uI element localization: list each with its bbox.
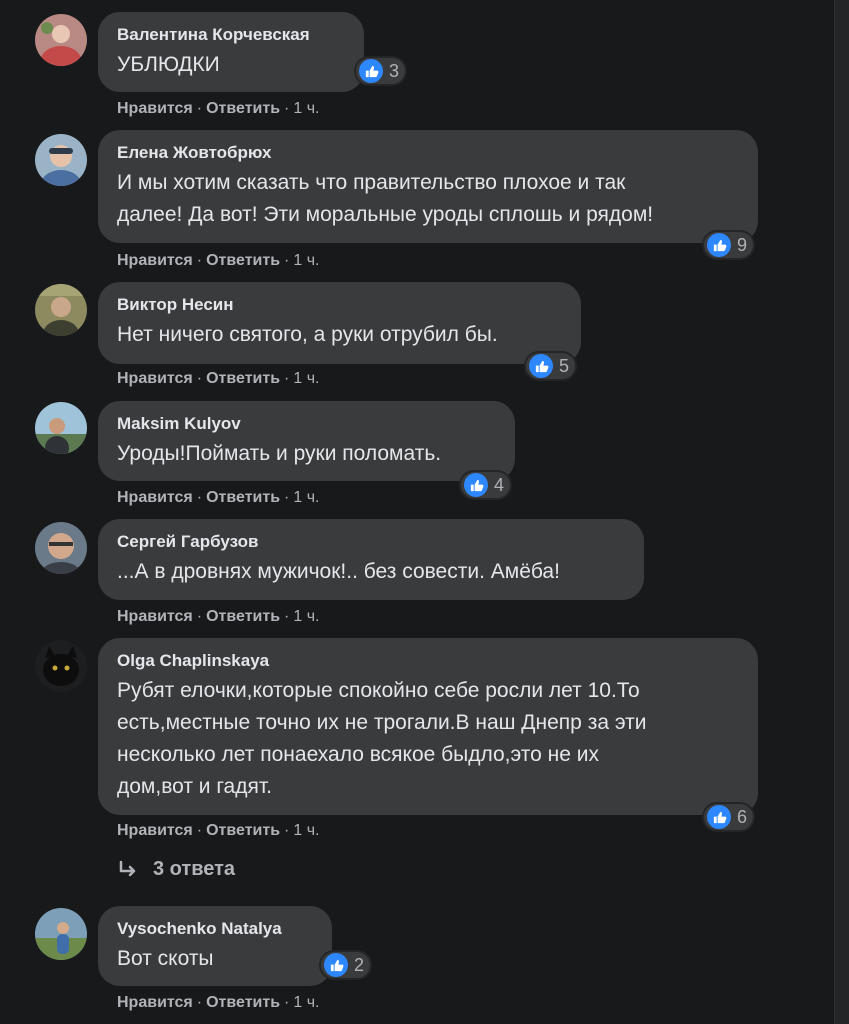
comment-text-line: есть,местные точно их не трогали.В наш Д… [117,711,647,734]
reaction-count: 4 [494,474,505,495]
avatar[interactable] [35,908,87,960]
comment-text-line: несколько лет понаехало всякое быдло,это… [117,743,600,766]
reaction-count: 6 [737,806,748,827]
comment-text: Вот скоты [117,947,214,970]
timestamp[interactable]: 1 ч. [293,252,319,269]
reply-link[interactable]: Ответить [206,608,280,625]
reply-link[interactable]: Ответить [206,994,280,1011]
comment-text: И мы хотим сказать что правительство пло… [117,167,738,231]
comment-actions: Нравится · Ответить · 1 ч. [117,100,320,117]
reaction-summary[interactable]: 6 [702,802,756,832]
reaction-summary[interactable]: 3 [354,56,408,86]
like-link[interactable]: Нравится [117,994,193,1011]
comment-text-line: И мы хотим сказать что правительство пло… [117,171,626,194]
view-replies-link[interactable]: 3 ответа [117,858,235,881]
comment-actions: Нравится · Ответить · 1 ч. [117,822,320,839]
thumbs-up-icon [529,354,553,378]
timestamp[interactable]: 1 ч. [293,489,319,506]
reply-link[interactable]: Ответить [206,100,280,117]
like-link[interactable]: Нравится [117,370,193,387]
comment-actions: Нравится · Ответить · 1 ч. [117,994,320,1011]
avatar[interactable] [35,402,87,454]
reaction-count: 3 [389,60,400,81]
comment-text: Нет ничего святого, а руки отрубил бы. [117,323,498,346]
comment-author[interactable]: Olga Chaplinskaya [117,650,738,672]
comment-actions: Нравится · Ответить · 1 ч. [117,370,320,387]
comment-author[interactable]: Vysochenko Natalya [117,918,312,940]
thumbs-up-icon [707,805,731,829]
reaction-summary[interactable]: 9 [702,230,756,260]
comment-bubble: Валентина Корчевская УБЛЮДКИ [98,12,364,92]
reply-link[interactable]: Ответить [206,822,280,839]
thumbs-up-icon [707,233,731,257]
comment-bubble: Елена Жовтобрюх И мы хотим сказать что п… [98,130,758,243]
comment-author[interactable]: Сергей Гарбузов [117,531,624,553]
timestamp[interactable]: 1 ч. [293,100,319,117]
comment-text: Уроды!Поймать и руки поломать. [117,442,442,465]
timestamp[interactable]: 1 ч. [293,822,319,839]
like-link[interactable]: Нравится [117,489,193,506]
thumbs-up-icon [324,953,348,977]
comment-bubble: Maksim Kulyov Уроды!Поймать и руки полом… [98,401,515,481]
comment-author[interactable]: Maksim Kulyov [117,413,495,435]
reply-link[interactable]: Ответить [206,489,280,506]
reply-link[interactable]: Ответить [206,252,280,269]
like-link[interactable]: Нравится [117,822,193,839]
like-link[interactable]: Нравится [117,100,193,117]
timestamp[interactable]: 1 ч. [293,994,319,1011]
comment-bubble: Виктор Несин Нет ничего святого, а руки … [98,282,581,364]
comment-bubble: Сергей Гарбузов ...А в дровнях мужичок!.… [98,519,644,600]
comment-bubble: Vysochenko Natalya Вот скоты [98,906,332,986]
comment-actions: Нравится · Ответить · 1 ч. [117,489,320,506]
comment-text-line: дом,вот и гадят. [117,775,272,798]
reply-link[interactable]: Ответить [206,370,280,387]
avatar[interactable] [35,640,87,692]
comment-author[interactable]: Виктор Несин [117,294,561,316]
avatar[interactable] [35,284,87,336]
reaction-summary[interactable]: 5 [524,351,578,381]
comment-text-line: Рубят елочки,которые спокойно себе росли… [117,679,640,702]
scrollbar[interactable] [834,0,849,1024]
comment-text: УБЛЮДКИ [117,53,220,76]
timestamp[interactable]: 1 ч. [293,370,319,387]
avatar[interactable] [35,14,87,66]
avatar[interactable] [35,134,87,186]
reaction-summary[interactable]: 2 [319,950,373,980]
reaction-count: 5 [559,355,570,376]
comment-bubble: Olga Chaplinskaya Рубят елочки,которые с… [98,638,758,815]
comment-author[interactable]: Елена Жовтобрюх [117,142,738,164]
reaction-summary[interactable]: 4 [459,470,513,500]
reaction-count: 2 [354,954,365,975]
replies-label: 3 ответа [153,858,236,880]
timestamp[interactable]: 1 ч. [293,608,319,625]
comment-text: Рубят елочки,которые спокойно себе росли… [117,675,738,803]
comment-text-line: далее! Да вот! Эти моральные уроды сплош… [117,203,654,226]
comment-text: ...А в дровнях мужичок!.. без совести. А… [117,560,560,583]
avatar[interactable] [35,522,87,574]
thumbs-up-icon [359,59,383,83]
thumbs-up-icon [464,473,488,497]
like-link[interactable]: Нравится [117,252,193,269]
like-link[interactable]: Нравится [117,608,193,625]
reaction-count: 9 [737,234,748,255]
comment-actions: Нравится · Ответить · 1 ч. [117,252,320,269]
comment-author[interactable]: Валентина Корчевская [117,24,344,46]
comment-actions: Нравится · Ответить · 1 ч. [117,608,320,625]
reply-arrow-icon [119,860,136,876]
